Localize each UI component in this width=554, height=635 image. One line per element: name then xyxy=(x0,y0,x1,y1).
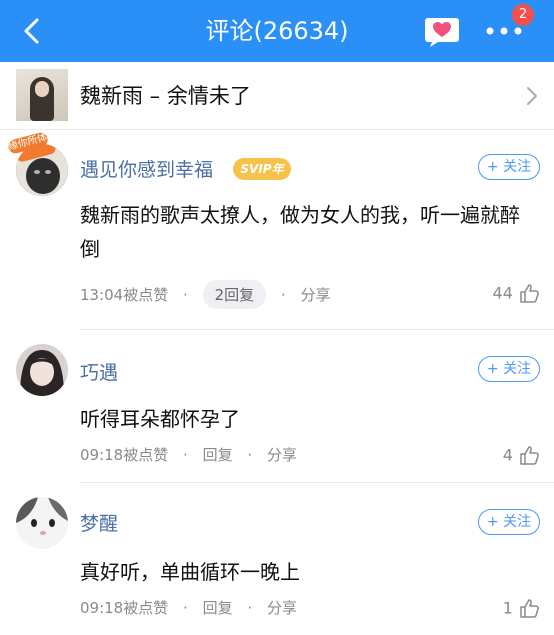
page-title: 评论(26634) xyxy=(205,17,349,45)
comment-item: 缘你所体 遇见你感到幸福 SVIP年 + 关注 魏新雨的歌声太撩人，做为女人的我… xyxy=(0,130,554,330)
reply-button[interactable]: 回复 xyxy=(203,597,233,618)
avatar-image xyxy=(16,144,68,196)
thumbs-up-icon xyxy=(520,446,539,465)
comment-time: 13:04被点赞 xyxy=(80,286,169,304)
separator-dot: · xyxy=(183,285,188,304)
svip-badge: SVIP年 xyxy=(233,158,291,180)
share-button[interactable]: 分享 xyxy=(267,444,297,465)
like-count: 1 xyxy=(502,598,513,618)
cover-face xyxy=(35,81,49,97)
comment-username[interactable]: 巧遇 xyxy=(80,358,118,385)
avatar-image xyxy=(16,344,68,396)
share-button[interactable]: 分享 xyxy=(300,284,330,305)
separator-dot: · xyxy=(247,598,253,617)
comment-item: 巧遇 + 关注 听得耳朵都怀孕了 09:18被点赞 · 回复 · 分享 4 xyxy=(0,330,554,483)
comment-username[interactable]: 遇见你感到幸福 xyxy=(80,155,213,182)
separator-dot: · xyxy=(183,445,188,464)
comment-item: 梦醒 + 关注 真好听，单曲循环一晚上 09:18被点赞 · 回复 · 分享 1 xyxy=(0,483,554,635)
more-icon[interactable] xyxy=(483,24,525,38)
like-button[interactable]: 1 xyxy=(503,597,540,621)
thumbs-up-icon xyxy=(520,284,539,303)
comment-meta: 09:18被点赞 · 回复 · 分享 xyxy=(80,444,297,465)
notification-badge: 2 xyxy=(512,4,534,26)
avatar[interactable] xyxy=(16,144,68,196)
comment-text: 魏新雨的歌声太撩人，做为女人的我，听一遍就醉倒 xyxy=(80,203,520,261)
separator-dot: · xyxy=(183,598,188,617)
follow-button[interactable]: + 关注 xyxy=(478,356,540,382)
follow-button[interactable]: + 关注 xyxy=(478,154,540,180)
like-button[interactable]: 44 xyxy=(493,282,540,306)
avatar-image xyxy=(16,497,68,549)
like-button[interactable]: 4 xyxy=(503,444,540,468)
reply-button[interactable]: 2回复 xyxy=(202,280,267,309)
chevron-right-icon xyxy=(527,87,537,105)
reply-button[interactable]: 回复 xyxy=(203,444,233,465)
comment-time: 09:18被点赞 xyxy=(80,446,169,464)
song-row[interactable]: 魏新雨 – 余情未了 xyxy=(0,62,554,130)
separator-dot: · xyxy=(280,285,286,304)
comment-time: 09:18被点赞 xyxy=(80,599,169,617)
comment-text: 听得耳朵都怀孕了 xyxy=(80,407,240,431)
avatar[interactable] xyxy=(16,497,68,549)
comment-text: 真好听，单曲循环一晚上 xyxy=(80,560,300,584)
follow-button[interactable]: + 关注 xyxy=(478,509,540,535)
comment-meta: 13:04被点赞 · 2回复 · 分享 xyxy=(80,280,330,309)
comment-username[interactable]: 梦醒 xyxy=(80,509,118,536)
album-cover xyxy=(16,69,68,121)
like-count: 44 xyxy=(492,283,513,303)
separator-dot: · xyxy=(247,445,253,464)
share-button[interactable]: 分享 xyxy=(267,597,297,618)
comment-meta: 09:18被点赞 · 回复 · 分享 xyxy=(80,597,297,618)
top-bar: 评论(26634) 2 xyxy=(0,0,554,62)
avatar[interactable] xyxy=(16,344,68,396)
heart-chat-icon[interactable] xyxy=(424,14,460,48)
song-title: 魏新雨 – 余情未了 xyxy=(80,84,251,108)
thumbs-up-icon xyxy=(520,599,539,618)
like-count: 4 xyxy=(502,445,513,465)
